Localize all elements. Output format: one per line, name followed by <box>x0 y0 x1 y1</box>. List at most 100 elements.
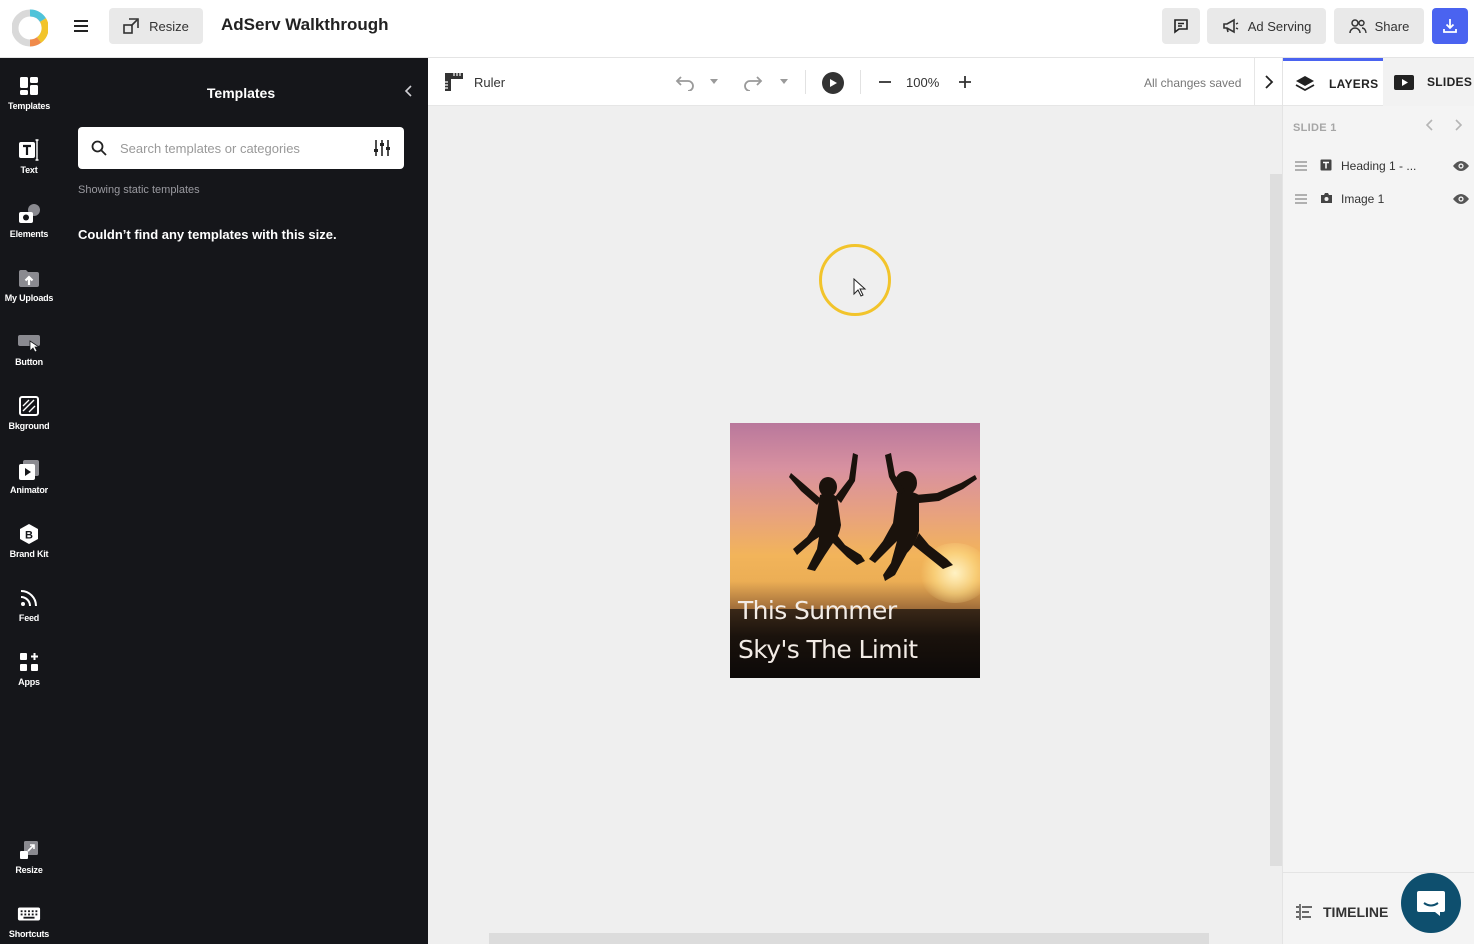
users-icon <box>1348 19 1367 34</box>
chevron-down-icon[interactable] <box>779 78 789 86</box>
share-button[interactable]: Share <box>1334 8 1424 44</box>
rail-label: Templates <box>7 100 51 111</box>
heading-text-layer[interactable]: This Summer Sky's The Limit <box>738 591 978 669</box>
rail-label: Bkground <box>8 420 50 431</box>
drag-handle-icon[interactable] <box>1295 194 1307 204</box>
drag-handle-icon[interactable] <box>1295 161 1307 171</box>
layers-icon <box>1295 75 1315 91</box>
rail-background[interactable]: Bkground <box>0 384 58 440</box>
keyboard-icon <box>17 902 41 926</box>
rail-apps[interactable]: Apps <box>0 640 58 696</box>
svg-text:B: B <box>25 529 33 541</box>
horizontal-scrollbar[interactable] <box>489 933 1209 944</box>
chevron-left-icon <box>404 85 412 97</box>
animator-icon <box>17 458 41 482</box>
share-label: Share <box>1374 18 1410 34</box>
rail-label: My Uploads <box>4 292 54 303</box>
ruler-toggle[interactable]: Ruler <box>444 72 505 92</box>
rail-shortcuts[interactable]: Shortcuts <box>0 892 58 948</box>
rail-resize[interactable]: Resize <box>0 828 58 884</box>
right-panel-tabs: LAYERS SLIDES <box>1283 58 1474 106</box>
layer-name: Image 1 <box>1341 192 1385 206</box>
chevron-left-icon[interactable] <box>1425 118 1435 132</box>
slides-icon <box>1394 75 1414 90</box>
mouse-pointer-icon <box>853 278 867 297</box>
text-layer-icon <box>1320 159 1332 171</box>
brand-kit-icon: B <box>17 522 41 546</box>
document-title[interactable]: AdServ Walkthrough <box>221 15 389 35</box>
templates-panel: Templates Showing static templates Could… <box>58 58 428 944</box>
chevron-down-icon[interactable] <box>709 78 719 86</box>
apps-icon <box>17 650 41 674</box>
eye-icon[interactable] <box>1452 193 1470 205</box>
rail-text[interactable]: Text <box>0 128 58 184</box>
rail-label: Button <box>15 356 43 367</box>
panel-title: Templates <box>206 85 276 101</box>
rail-feed[interactable]: Feed <box>0 576 58 632</box>
app-logo[interactable] <box>11 6 49 48</box>
ad-serving-button[interactable]: Ad Serving <box>1207 8 1326 44</box>
redo-icon[interactable] <box>743 73 765 91</box>
tab-slides[interactable]: SLIDES <box>1383 58 1474 106</box>
download-button[interactable] <box>1432 8 1468 44</box>
zoom-in-button[interactable] <box>958 72 972 92</box>
rail-templates[interactable]: Templates <box>0 64 58 120</box>
filter-sliders-icon[interactable] <box>373 139 391 157</box>
zoom-level[interactable]: 100% <box>906 75 939 90</box>
empty-templates-message: Couldn’t find any templates with this si… <box>78 227 337 242</box>
search-input[interactable] <box>120 137 360 159</box>
camera-icon <box>1321 193 1332 203</box>
button-icon <box>17 330 41 354</box>
rail-label: Apps <box>18 676 40 687</box>
tab-layers-label: LAYERS <box>1329 76 1379 91</box>
comments-button[interactable] <box>1162 8 1200 44</box>
save-status: All changes saved <box>1144 76 1242 90</box>
rail-label: Resize <box>15 864 43 875</box>
rail-label: Text <box>20 164 38 175</box>
collapse-panel-button[interactable] <box>404 84 418 100</box>
rail-label: Feed <box>18 612 40 623</box>
canvas-area[interactable]: Ruler 100% All changes saved This Summer… <box>428 58 1282 944</box>
artboard-slide[interactable]: This Summer Sky's The Limit <box>730 423 980 678</box>
rail-animator[interactable]: Animator <box>0 448 58 504</box>
resize-button[interactable]: Resize <box>109 8 203 44</box>
eye-icon[interactable] <box>1452 160 1470 172</box>
play-preview-button[interactable] <box>822 72 844 94</box>
resize-icon <box>17 838 41 862</box>
chevron-right-icon[interactable] <box>1453 118 1463 132</box>
templates-icon <box>17 74 41 98</box>
resize-icon <box>123 18 139 34</box>
slide-label: SLIDE 1 <box>1293 122 1337 134</box>
comment-icon <box>1174 19 1188 34</box>
chevron-right-icon[interactable] <box>1264 74 1274 90</box>
ruler-icon <box>445 73 463 91</box>
resize-label: Resize <box>149 18 189 34</box>
tab-slides-label: SLIDES <box>1427 75 1473 89</box>
layer-row-heading[interactable]: Heading 1 - ... <box>1283 151 1474 181</box>
left-rail: Templates Text Elements My Uploads Butto… <box>0 58 58 944</box>
rail-button[interactable]: Button <box>0 320 58 376</box>
chat-icon <box>1417 891 1445 916</box>
rail-elements[interactable]: Elements <box>0 192 58 248</box>
background-icon <box>17 394 41 418</box>
timeline-toggle[interactable]: TIMELINE <box>1295 903 1388 921</box>
heading-line-2: Sky's The Limit <box>738 635 918 664</box>
template-search-box <box>78 127 404 169</box>
feed-icon <box>17 586 41 610</box>
static-templates-note: Showing static templates <box>78 184 200 196</box>
rail-brand-kit[interactable]: B Brand Kit <box>0 512 58 568</box>
ruler-label: Ruler <box>474 74 506 90</box>
main-menu-button[interactable] <box>70 17 92 37</box>
vertical-scrollbar[interactable] <box>1270 174 1282 866</box>
rail-label: Elements <box>9 228 49 239</box>
rail-my-uploads[interactable]: My Uploads <box>0 256 58 312</box>
undo-icon[interactable] <box>673 73 695 91</box>
tab-layers[interactable]: LAYERS <box>1283 58 1383 106</box>
ad-serving-label: Ad Serving <box>1247 18 1312 34</box>
toolbar-divider <box>805 70 806 94</box>
layer-row-image[interactable]: Image 1 <box>1283 184 1474 214</box>
timeline-label: TIMELINE <box>1323 904 1389 920</box>
support-chat-button[interactable] <box>1401 873 1461 933</box>
text-icon <box>17 138 41 162</box>
zoom-out-button[interactable] <box>878 72 892 92</box>
